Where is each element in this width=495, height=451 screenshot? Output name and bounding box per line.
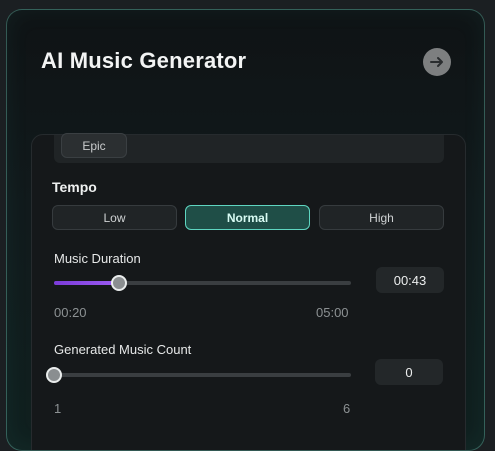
- page-title: AI Music Generator: [41, 48, 247, 73]
- settings-panel: Epic Tempo Low Normal High Music Duratio…: [31, 133, 466, 450]
- tempo-normal-button[interactable]: Normal: [185, 205, 310, 230]
- duration-min-label: 00:20: [54, 305, 87, 320]
- generator-card: AI Music Generator Epic Tempo Low Normal…: [6, 9, 485, 451]
- duration-value-field[interactable]: 00:43: [376, 267, 444, 293]
- style-chips-row: Epic: [54, 133, 444, 163]
- count-value-field[interactable]: 0: [375, 359, 443, 385]
- duration-max-label: 05:00: [316, 305, 349, 320]
- tempo-low-button[interactable]: Low: [52, 205, 177, 230]
- count-label: Generated Music Count: [54, 342, 192, 357]
- duration-slider-fill: [54, 281, 120, 285]
- count-slider-thumb[interactable]: [46, 367, 62, 383]
- arrow-right-icon: [430, 57, 443, 67]
- tempo-high-button[interactable]: High: [319, 205, 444, 230]
- duration-slider-thumb[interactable]: [111, 275, 128, 291]
- next-button[interactable]: [423, 48, 451, 76]
- count-slider[interactable]: [46, 367, 351, 383]
- count-max-label: 6: [343, 401, 351, 416]
- tempo-label: Tempo: [52, 179, 97, 195]
- duration-label: Music Duration: [54, 251, 141, 266]
- style-chip-epic[interactable]: Epic: [61, 133, 127, 158]
- count-min-label: 1: [54, 401, 62, 416]
- duration-slider[interactable]: [54, 275, 351, 291]
